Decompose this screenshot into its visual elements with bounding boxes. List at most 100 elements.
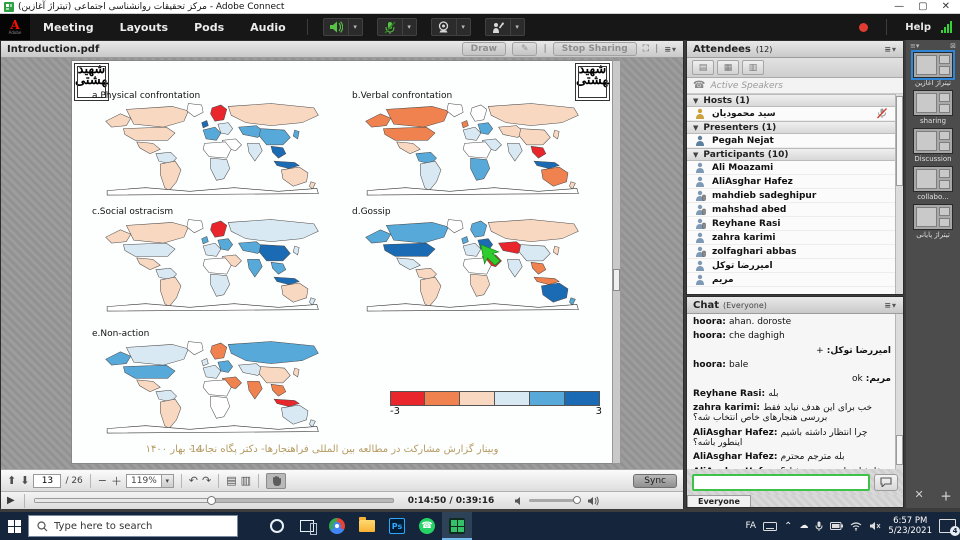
play-icon[interactable]: ▶ — [7, 495, 15, 506]
share-pod-menu-icon[interactable]: ≡▾ — [664, 45, 677, 54]
fit-page-icon[interactable]: ▤ — [226, 474, 236, 487]
zoom-in-icon[interactable]: ＋ — [111, 473, 122, 489]
minimize-button[interactable]: — — [894, 2, 904, 12]
pen-tool-button[interactable]: ✎ — [512, 42, 538, 56]
taskbar-clock[interactable]: 6:57 PM 5/23/2021 — [888, 516, 932, 536]
chat-pod-menu-icon[interactable]: ≡▾ — [884, 301, 897, 310]
layouts-close-icon[interactable]: ✕ — [914, 488, 923, 504]
menu-audio[interactable]: Audio — [237, 21, 299, 34]
hand-tool-button[interactable] — [266, 473, 286, 489]
draw-button[interactable]: Draw — [462, 42, 506, 56]
attendee-row[interactable]: Pegah Nejat — [687, 134, 895, 148]
attendee-row[interactable]: سید محمودیان — [687, 107, 895, 121]
raise-hand-button[interactable] — [485, 18, 511, 36]
chat-scrollbar[interactable] — [895, 314, 903, 469]
fullscreen-icon[interactable]: ⛶ — [643, 44, 649, 54]
attendee-group-header[interactable]: ▼Hosts (1) — [687, 94, 895, 107]
layout-thumbnail[interactable]: Discussion — [906, 128, 960, 163]
attendee-row[interactable]: Ali Moazami — [687, 161, 895, 175]
battery-icon[interactable] — [830, 522, 843, 530]
speaker-dropdown[interactable]: ▾ — [349, 18, 363, 36]
chat-send-button[interactable] — [874, 474, 898, 491]
speaker-muted-icon[interactable] — [869, 521, 881, 531]
page-down-icon[interactable]: ⬇ — [20, 474, 29, 487]
layout-thumbnail-preview[interactable] — [913, 166, 953, 192]
volume-low-icon[interactable] — [514, 496, 523, 506]
webcam-button[interactable] — [431, 18, 457, 36]
fit-width-icon[interactable]: ▥ — [241, 474, 251, 487]
menu-meeting[interactable]: Meeting — [30, 21, 107, 34]
volume-thumb[interactable] — [573, 496, 581, 504]
microphone-dropdown[interactable]: ▾ — [403, 18, 417, 36]
attendee-list-view-button[interactable]: ▤ — [692, 60, 714, 75]
layout-thumbnail[interactable]: تیتراژ پایانی — [906, 204, 960, 239]
layout-thumbnail-preview[interactable] — [913, 204, 953, 230]
microphone-button[interactable] — [377, 18, 403, 36]
onedrive-cloud-icon[interactable]: ☁ — [799, 521, 808, 531]
layouts-menu-icon[interactable]: ≡▾ — [910, 42, 919, 50]
volume-high-icon[interactable] — [587, 496, 599, 506]
attendee-row[interactable]: امیررضا توکل — [687, 259, 895, 273]
chat-input[interactable] — [692, 474, 870, 491]
layout-thumbnail-preview[interactable] — [913, 52, 953, 78]
rotate-left-icon[interactable]: ↶ — [189, 474, 198, 487]
close-button[interactable]: ✕ — [942, 2, 950, 12]
attendee-row[interactable]: مریم — [687, 273, 895, 287]
attendee-row[interactable]: zahra karimi — [687, 231, 895, 245]
taskbar-search[interactable]: Type here to search — [28, 515, 238, 537]
attendee-row[interactable]: zolfaghari abbas — [687, 245, 895, 259]
cortana-button[interactable] — [262, 512, 292, 540]
webcam-dropdown[interactable]: ▾ — [457, 18, 471, 36]
layout-thumbnail-preview[interactable] — [913, 90, 953, 116]
layouts-pin-icon[interactable]: ⊠ — [950, 42, 956, 50]
menu-pods[interactable]: Pods — [181, 21, 237, 34]
page-number-input[interactable] — [33, 474, 61, 488]
zoom-level-select[interactable]: 119% ▾ — [126, 474, 174, 488]
layout-thumbnail[interactable]: collabo... — [906, 166, 960, 201]
collapse-triangle-icon[interactable]: ▼ — [693, 97, 698, 105]
collapse-triangle-icon[interactable]: ▼ — [693, 151, 698, 159]
language-indicator[interactable]: FA — [746, 521, 757, 531]
keyboard-icon[interactable] — [763, 522, 777, 531]
photoshop-button[interactable]: Ps — [382, 512, 412, 540]
attendee-row[interactable]: mahshad abed — [687, 203, 895, 217]
layout-thumbnail-preview[interactable] — [913, 128, 953, 154]
stop-sharing-button[interactable]: Stop Sharing — [553, 42, 637, 56]
menu-help[interactable]: Help — [905, 22, 931, 33]
file-explorer-button[interactable] — [352, 512, 382, 540]
collapse-triangle-icon[interactable]: ▼ — [693, 124, 698, 132]
volume-slider[interactable] — [529, 499, 581, 502]
task-view-button[interactable] — [292, 512, 322, 540]
whatsapp-button[interactable]: ☎ — [412, 512, 442, 540]
speaker-button[interactable] — [323, 18, 349, 36]
attendees-pod-menu-icon[interactable]: ≡▾ — [884, 45, 897, 54]
tray-microphone-icon[interactable] — [815, 521, 823, 532]
attendee-row[interactable]: mahdieb sadeghipur — [687, 189, 895, 203]
raise-hand-dropdown[interactable]: ▾ — [511, 18, 525, 36]
chrome-taskbar-button[interactable] — [322, 512, 352, 540]
maximize-button[interactable]: ▢ — [918, 2, 927, 12]
document-scrollbar[interactable] — [612, 60, 621, 464]
zoom-out-icon[interactable]: − — [98, 474, 107, 487]
action-center-button[interactable]: 4 — [939, 519, 956, 533]
attendee-group-header[interactable]: ▼Presenters (1) — [687, 121, 895, 134]
layouts-add-icon[interactable]: ＋ — [941, 488, 952, 504]
page-up-icon[interactable]: ⬆ — [7, 474, 16, 487]
attendee-grid-view-button[interactable]: ▦ — [717, 60, 739, 75]
attendee-row[interactable]: Reyhane Rasi — [687, 217, 895, 231]
menu-layouts[interactable]: Layouts — [107, 21, 181, 34]
wifi-icon[interactable] — [850, 522, 862, 531]
start-button[interactable] — [0, 512, 28, 540]
playback-thumb[interactable] — [207, 496, 216, 505]
attendees-scrollbar[interactable] — [895, 94, 903, 294]
playback-progress-slider[interactable] — [34, 498, 394, 503]
layout-thumbnail[interactable]: sharing — [906, 90, 960, 125]
sync-button[interactable]: Sync — [633, 474, 677, 488]
rotate-right-icon[interactable]: ↷ — [202, 474, 211, 487]
attendee-row[interactable]: AliAsghar Hafez — [687, 175, 895, 189]
attendee-group-header[interactable]: ▼Participants (10) — [687, 148, 895, 161]
layout-thumbnail[interactable]: تیتراژ آغازین — [906, 52, 960, 87]
tray-expand-icon[interactable]: ⌃ — [784, 521, 792, 532]
attendee-status-view-button[interactable]: ▥ — [742, 60, 764, 75]
chat-tab-everyone[interactable]: Everyone — [687, 495, 751, 507]
